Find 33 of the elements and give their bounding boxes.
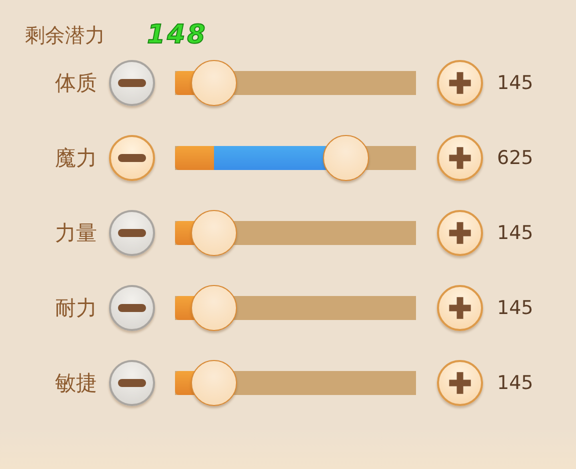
plus-button[interactable] <box>437 134 483 180</box>
slider-thumb[interactable] <box>190 210 237 256</box>
minus-icon <box>118 378 146 386</box>
minus-icon <box>118 228 146 236</box>
stat-name: 力量 <box>54 220 97 246</box>
slider-thumb[interactable] <box>190 284 237 330</box>
plus-icon <box>447 144 473 170</box>
plus-button[interactable] <box>437 60 483 106</box>
plus-button[interactable] <box>437 284 483 330</box>
potential-value: 148 <box>147 20 208 50</box>
minus-icon <box>118 154 146 162</box>
stat-value: 145 <box>497 72 534 94</box>
slider-thumb[interactable] <box>190 60 237 106</box>
minus-icon <box>118 78 146 86</box>
plus-icon <box>447 220 473 246</box>
plus-icon <box>447 370 473 396</box>
stat-value: 625 <box>497 146 534 168</box>
stat-name: 耐力 <box>54 294 97 322</box>
minus-icon <box>118 304 146 312</box>
stat-value: 145 <box>497 222 534 244</box>
minus-button[interactable] <box>109 134 155 180</box>
potential-label: 剩余潜力 <box>25 22 106 48</box>
stat-value: 145 <box>497 372 534 394</box>
slider-thumb[interactable] <box>323 134 370 180</box>
plus-button[interactable] <box>437 210 483 256</box>
plus-icon <box>447 70 473 96</box>
stat-name: 魔力 <box>54 144 97 172</box>
slider-thumb[interactable] <box>190 360 237 406</box>
stat-name: 体质 <box>54 70 97 96</box>
plus-button[interactable] <box>437 360 483 406</box>
stat-value: 145 <box>497 296 534 318</box>
plus-icon <box>447 294 473 320</box>
stat-name: 敏捷 <box>54 370 97 396</box>
